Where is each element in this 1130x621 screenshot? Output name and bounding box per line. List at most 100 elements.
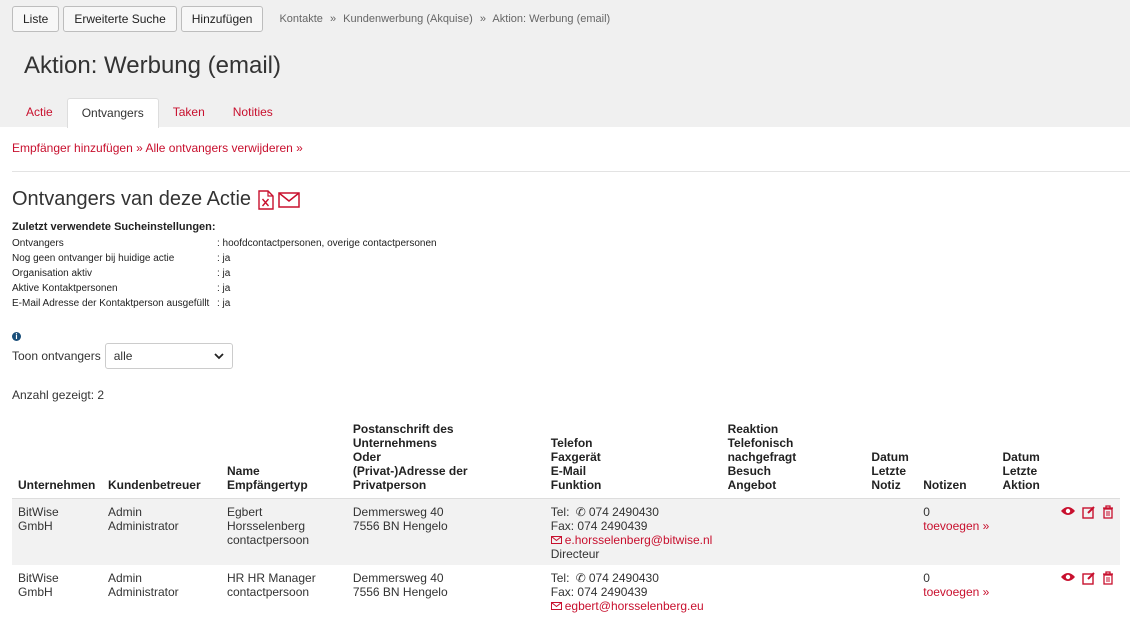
table-header-row: Unternehmen Kundenbetreuer Name Empfänge… [12, 422, 1120, 499]
breadcrumb-separator: » [329, 13, 337, 25]
setting-value: : ja [217, 268, 231, 279]
col-adresse[interactable]: Postanschrift des Unternehmens Oder (Pri… [346, 422, 545, 499]
col-name-line2: Empfängertyp [227, 478, 308, 492]
eye-icon[interactable] [1060, 571, 1076, 583]
col-datum-aktion-line2: Letzte [1002, 464, 1038, 478]
remove-all-recipients-link[interactable]: Alle ontvangers verwijderen » [145, 141, 302, 155]
col-adresse-line2: Oder [352, 450, 381, 464]
email-line[interactable]: e.horsselenberg@bitwise.nl [550, 533, 716, 547]
setting-key: Nog geen ontvanger bij huidige actie [12, 253, 175, 264]
cell-adresse: Demmersweg 40 7556 BN Hengelo [346, 498, 545, 565]
trash-icon[interactable] [1102, 505, 1114, 519]
col-kontakt[interactable]: Telefon Faxgerät E-Mail Funktion [544, 422, 722, 499]
email-address: egbert@horsselenberg.eu [564, 599, 704, 613]
hinzufuegen-button[interactable]: Hinzufügen [180, 6, 264, 32]
setting-value: : ja [217, 298, 231, 309]
excel-export-icon[interactable] [257, 189, 275, 210]
search-settings-heading: Zuletzt verwendete Sucheinstellungen: [12, 221, 216, 233]
phone-label: Tel: [550, 505, 573, 519]
cell-datum-notiz [865, 498, 918, 565]
tab-bar: Actie Ontvangers Taken Notities [12, 98, 287, 128]
breadcrumb-separator: » [479, 13, 486, 25]
tab-ontvangers[interactable]: Ontvangers [66, 98, 159, 128]
recipient-type: contactpersoon [227, 585, 310, 599]
col-reaktion-line3: Besuch [727, 464, 771, 478]
email-icon[interactable] [278, 191, 300, 208]
col-reaktion-line1: Reaktion [727, 422, 779, 436]
table-row: BitWise GmbH Admin Administrator HR HR M… [12, 565, 1120, 617]
recipient-name[interactable]: HR HR Manager [227, 571, 341, 585]
setting-key: E-Mail Adresse der Kontaktperson ausgefü… [12, 298, 210, 309]
email-line[interactable]: egbert@horsselenberg.eu [550, 599, 716, 613]
col-datum-notiz-line3: Notiz [871, 478, 901, 492]
phone-number[interactable]: 074 2490430 [589, 571, 659, 585]
cell-unternehmen[interactable]: BitWise GmbH [12, 498, 102, 565]
tab-notities[interactable]: Notities [219, 98, 287, 127]
address-street: Demmersweg 40 [352, 571, 444, 585]
phone-icon: ✆ [575, 505, 586, 519]
fax-line: Fax: 074 2490439 [550, 585, 648, 599]
tab-actie[interactable]: Actie [12, 98, 67, 127]
fax-line: Fax: 074 2490439 [550, 519, 648, 533]
setting-value: : hoofdcontactpersonen, overige contactp… [217, 238, 437, 249]
col-unternehmen[interactable]: Unternehmen [12, 422, 102, 499]
col-datum-aktion-line1: Datum [1002, 450, 1040, 464]
col-notizen[interactable]: Notizen [917, 422, 997, 499]
edit-icon[interactable] [1082, 571, 1096, 585]
liste-button[interactable]: Liste [12, 6, 60, 32]
add-recipients-link[interactable]: Empfänger hinzufügen » [12, 141, 143, 155]
notes-count: 0 [923, 505, 930, 519]
erweiterte-suche-button[interactable]: Erweiterte Suche [63, 6, 177, 32]
breadcrumb-kundenwerbung[interactable]: Kundenwerbung (Akquise) [343, 13, 473, 25]
cell-unternehmen[interactable]: BitWise GmbH [12, 565, 102, 617]
toolbar: Liste Erweiterte Suche Hinzufügen Kontak… [12, 6, 610, 32]
recipient-name[interactable]: Egbert Horsselenberg [227, 505, 341, 533]
notes-count: 0 [923, 571, 930, 585]
cell-datum-aktion [996, 565, 1054, 617]
search-setting-row: Nog geen ontvanger bij huidige actie : ja [12, 251, 437, 266]
tab-taken[interactable]: Taken [159, 98, 219, 127]
col-reaktion[interactable]: Reaktion Telefonisch nachgefragt Besuch … [721, 422, 866, 499]
col-kundenbetreuer[interactable]: Kundenbetreuer [101, 422, 221, 499]
row-actions [1060, 505, 1114, 519]
col-row-actions [1054, 422, 1120, 499]
trash-icon[interactable] [1102, 571, 1114, 585]
col-adresse-line3: (Privat-)Adresse der Privatperson [352, 464, 468, 492]
info-icon[interactable]: i [12, 332, 21, 341]
cell-datum-notiz [865, 565, 917, 617]
phone-line: Tel: ✆ 074 2490430 [551, 571, 716, 585]
col-kontakt-line1: Telefon [550, 436, 593, 450]
cell-reaktion [722, 565, 866, 617]
col-reaktion-line4: Angebot [727, 478, 777, 492]
col-kontakt-line4: Funktion [550, 478, 602, 492]
cell-notizen: 0 toevoegen » [917, 498, 997, 565]
cell-row-actions [1054, 565, 1120, 617]
setting-key: Ontvangers [12, 238, 64, 249]
cell-datum-aktion [996, 498, 1054, 565]
setting-value: : ja [217, 253, 231, 264]
add-note-link[interactable]: toevoegen » [923, 585, 990, 599]
section-title: Ontvangers van deze Actie [12, 188, 300, 211]
cell-kundenbetreuer: Admin Administrator [107, 571, 179, 599]
add-note-link[interactable]: toevoegen » [923, 519, 990, 533]
cell-kontakt: Tel: ✆ 074 2490430 Fax: 074 2490439 egber… [545, 565, 722, 617]
breadcrumb-kontakte[interactable]: Kontakte [279, 13, 322, 25]
setting-value: : ja [217, 283, 231, 294]
col-name[interactable]: Name Empfängertyp [221, 422, 347, 499]
row-actions [1060, 571, 1114, 585]
edit-icon[interactable] [1082, 505, 1096, 519]
eye-icon[interactable] [1060, 505, 1076, 517]
recipient-filter-select[interactable]: alle [104, 343, 233, 369]
setting-key: Organisation aktiv [12, 268, 93, 279]
phone-number[interactable]: 074 2490430 [589, 505, 659, 519]
recipient-filter: Toon ontvangers alle [12, 343, 233, 369]
cell-row-actions [1054, 498, 1120, 565]
cell-name: HR HR Manager contactpersoon [221, 565, 347, 617]
search-setting-row: Organisation aktiv : ja [12, 266, 437, 281]
result-count: Anzahl gezeigt: 2 [12, 388, 105, 402]
cell-adresse: Demmersweg 40 7556 BN Hengelo [347, 565, 545, 617]
col-datum-notiz[interactable]: Datum Letzte Notiz [865, 422, 918, 499]
phone-line: Tel: ✆ 074 2490430 [551, 505, 716, 519]
address-city: 7556 BN Hengelo [352, 585, 448, 599]
col-datum-aktion[interactable]: Datum Letzte Aktion [996, 422, 1054, 499]
